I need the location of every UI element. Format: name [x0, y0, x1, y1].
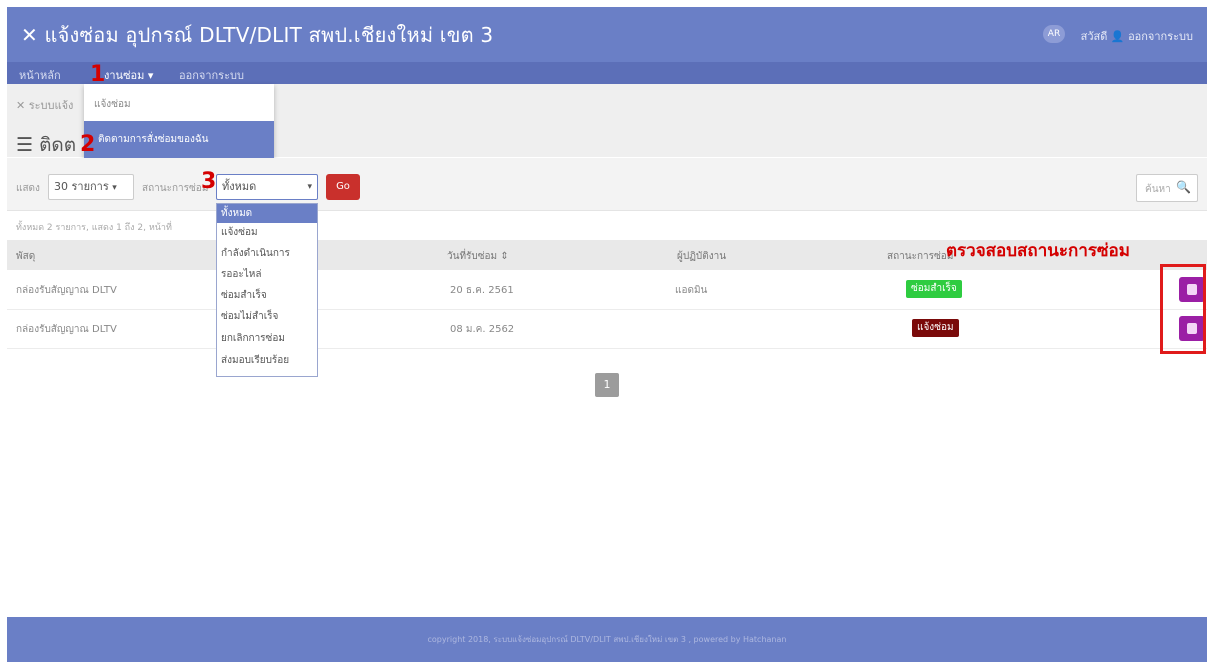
user-icon: 👤 [1110, 30, 1129, 43]
page-title-text: ติดต [39, 134, 77, 156]
checklist-icon: ☰ [16, 134, 40, 156]
cell-date: 08 ม.ค. 2562 [450, 324, 515, 335]
cell-item: กล่องรับสัญญาณ DLTV [16, 285, 117, 296]
user-greeting: สวัสดี [1080, 30, 1108, 43]
status-option[interactable]: ซ่อมสำเร็จ [217, 286, 317, 305]
menu-item-track-repairs[interactable]: ติดตามการสั่งซ่อมของฉัน [84, 121, 274, 158]
step-marker-1: 1 [90, 62, 106, 87]
cell-date: 20 ธ.ค. 2561 [450, 285, 514, 296]
user-menu[interactable]: สวัสดี 👤 ออกจากระบบ [1081, 27, 1193, 45]
th-date[interactable]: วันที่รับซ่อม ⇕ [447, 249, 509, 264]
status-badge: ซ่อมสำเร็จ [906, 280, 962, 298]
app-title-text: แจ้งซ่อม อุปกรณ์ DLTV/DLIT สพป.เชียงใหม่… [44, 23, 494, 47]
th-worker[interactable]: ผู้ปฏิบัติงาน [677, 249, 726, 264]
status-select[interactable]: ทั้งหมด ▾ [216, 174, 318, 200]
nav-logout[interactable]: ออกจากระบบ [179, 66, 244, 84]
pagination-page-1[interactable]: 1 [595, 373, 619, 397]
search-placeholder: ค้นหา [1145, 184, 1171, 195]
wrench-icon: ✕ [16, 99, 29, 112]
go-button[interactable]: Go [326, 174, 360, 200]
step-marker-3: 3 [201, 169, 217, 194]
show-label: แสดง [16, 183, 40, 194]
breadcrumb: ✕ ระบบแจ้ง [16, 96, 73, 114]
status-option[interactable]: ซ่อมไม่สำเร็จ [217, 307, 317, 326]
status-option[interactable]: รออะไหล่ [217, 265, 317, 284]
menu-item-report-repair[interactable]: แจ้งซ่อม [84, 90, 274, 120]
user-avatar[interactable]: AR [1043, 25, 1065, 43]
status-option[interactable]: ยกเลิกการซ่อม [217, 329, 317, 348]
status-label: สถานะการซ่อม [142, 183, 209, 194]
search-icon[interactable]: 🔍 [1176, 180, 1191, 194]
th-item[interactable]: พัสดุ [16, 249, 35, 264]
nav-home[interactable]: หน้าหลัก [19, 66, 61, 84]
nav-repair[interactable]: งานซ่อม ▾ [104, 66, 153, 84]
cell-worker: แอดมิน [675, 285, 708, 296]
header-logout-link[interactable]: ออกจากระบบ [1128, 30, 1193, 43]
search-input[interactable]: ค้นหา 🔍 [1136, 174, 1198, 202]
caret-down-icon: ▾ [307, 182, 312, 192]
status-badge: แจ้งซ่อม [912, 319, 959, 337]
table-summary: ทั้งหมด 2 รายการ, แสดง 1 ถึง 2, หน้าที่ [16, 223, 172, 233]
table-row: กล่องรับสัญญาณ DLTV 08 ม.ค. 2562 แจ้งซ่อ… [7, 310, 1207, 349]
th-status[interactable]: สถานะการซ่อม [887, 249, 953, 264]
status-option[interactable]: ทั้งหมด [217, 204, 317, 223]
step-marker-2: 2 [80, 132, 96, 157]
status-options-list: ทั้งหมด แจ้งซ่อม กำลังดำเนินการ รออะไหล่… [216, 203, 318, 377]
status-option[interactable]: แจ้งซ่อม [217, 223, 317, 242]
annotation-text: ตรวจสอบสถานะการซ่อม [946, 241, 1130, 261]
caret-down-icon: ▾ [112, 183, 117, 193]
status-option[interactable]: กำลังดำเนินการ [217, 244, 317, 263]
navbar: หน้าหลัก งานซ่อม ▾ ออกจากระบบ [7, 62, 1207, 84]
status-select-value: ทั้งหมด [222, 180, 257, 193]
repair-dropdown-menu: แจ้งซ่อม ติดตามการสั่งซ่อมของฉัน [84, 84, 274, 158]
cell-item: กล่องรับสัญญาณ DLTV [16, 324, 117, 335]
status-option[interactable]: ส่งมอบเรียบร้อย [217, 351, 317, 370]
table-row: กล่องรับสัญญาณ DLTV 20 ธ.ค. 2561 แอดมิน … [7, 271, 1207, 310]
app-header: ✕ แจ้งซ่อม อุปกรณ์ DLTV/DLIT สพป.เชียงให… [7, 7, 1207, 62]
page-size-select[interactable]: 30 รายการ ▾ [48, 174, 134, 200]
nav-repair-label: งานซ่อม [104, 69, 145, 82]
page-size-value: 30 รายการ [54, 180, 109, 193]
app-title: ✕ แจ้งซ่อม อุปกรณ์ DLTV/DLIT สพป.เชียงให… [21, 19, 493, 51]
caret-down-icon: ▾ [147, 69, 154, 82]
page-title: ☰ ติดต [16, 130, 76, 160]
breadcrumb-text: ระบบแจ้ง [28, 99, 74, 112]
annotation-highlight-box [1160, 264, 1206, 354]
footer: copyright 2018, ระบบแจ้งซ่อมอุปกรณ์ DLTV… [7, 617, 1207, 662]
wrench-icon: ✕ [21, 23, 38, 47]
